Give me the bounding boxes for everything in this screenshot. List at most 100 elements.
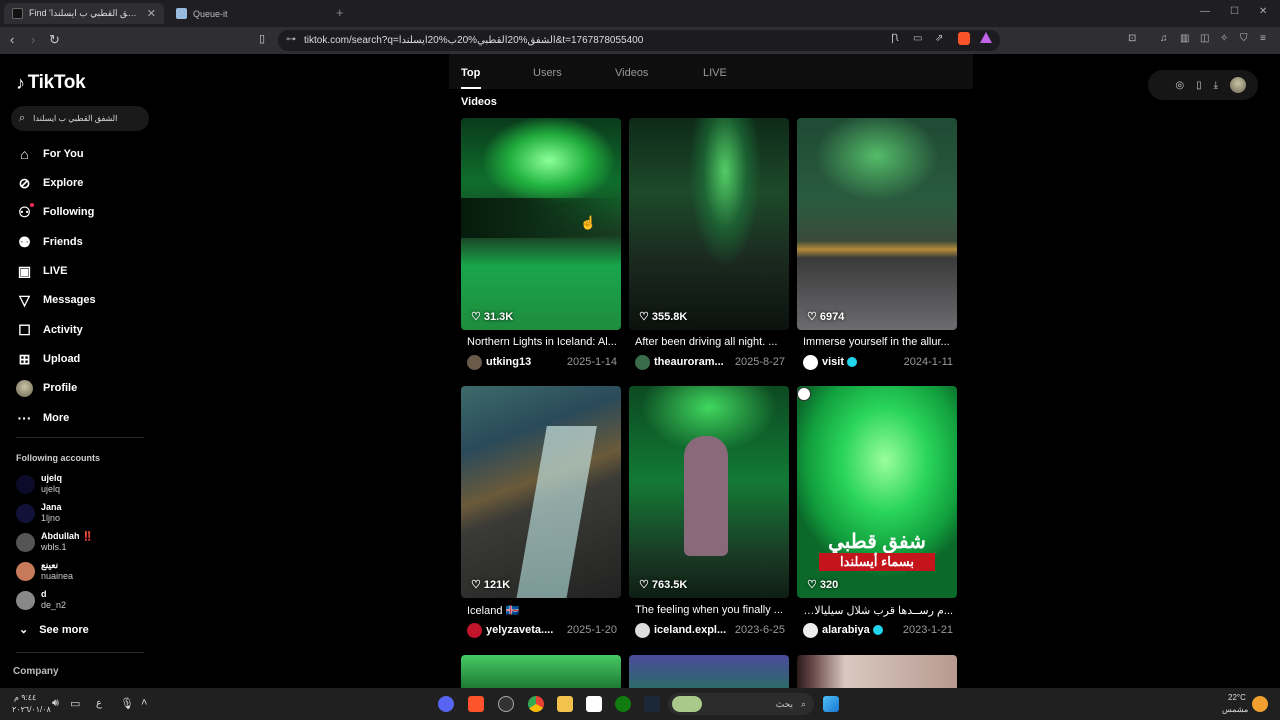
video-thumbnail[interactable] xyxy=(629,386,789,598)
sidebar-item-explore[interactable]: ⊘ Explore xyxy=(16,173,84,193)
vpn-icon[interactable]: ⛉ xyxy=(1240,33,1248,44)
sidebar-item-friends[interactable]: ⚉ Friends xyxy=(16,232,83,252)
video-author[interactable]: utking13 xyxy=(486,356,531,368)
tab-top[interactable]: Top xyxy=(461,67,480,79)
account-handle: wbls.1 xyxy=(41,542,67,552)
sidebar-item-activity[interactable]: ☐ Activity xyxy=(16,320,83,340)
avatar[interactable] xyxy=(635,354,650,370)
following-account[interactable]: نعينع nuainea xyxy=(16,559,73,583)
account-name: d xyxy=(41,589,47,599)
steam-icon[interactable] xyxy=(644,696,660,712)
discord-icon[interactable] xyxy=(438,696,454,712)
browser-tab-queue-it[interactable]: Queue-it xyxy=(168,3,328,24)
file-explorer-icon[interactable] xyxy=(557,696,573,712)
brave-shields-icon[interactable] xyxy=(958,32,970,45)
video-author[interactable]: yelyzaveta.... xyxy=(486,624,553,636)
sidebar-item-upload[interactable]: ⊞ Upload xyxy=(16,349,81,369)
close-tab-icon[interactable]: ✕ xyxy=(147,7,156,20)
video-caption[interactable]: After been driving all night. ... xyxy=(635,336,785,348)
xbox-icon[interactable] xyxy=(615,696,631,712)
video-caption[interactable]: The feeling when you finally ... xyxy=(635,604,785,616)
video-caption[interactable]: Immerse yourself in the allur... xyxy=(803,336,953,348)
home-icon: ⌂ xyxy=(20,146,29,162)
company-link[interactable]: Company xyxy=(13,666,59,677)
leo-ai-icon[interactable]: ✧ xyxy=(1220,33,1228,44)
avatar[interactable] xyxy=(1230,77,1246,93)
site-info-icon[interactable]: ⊶ xyxy=(286,34,296,45)
bookmark-icon[interactable]: ▯ xyxy=(259,32,265,45)
taskbar-search[interactable]: بحث ⌕ xyxy=(668,693,814,715)
steam-app-icon[interactable] xyxy=(498,696,514,712)
volume-icon[interactable]: 🔊︎ xyxy=(52,697,59,710)
reload-icon[interactable]: ↻ xyxy=(49,32,60,48)
avatar[interactable] xyxy=(467,354,482,370)
video-caption[interactable]: ...م رســدها قرب شلال سيليالاندزفوس في xyxy=(803,604,953,617)
forward-icon[interactable]: › xyxy=(31,32,35,47)
video-author[interactable]: visit xyxy=(822,356,844,368)
browser-tab-active[interactable]: Find 'الشفق القطبي ب ايسلندا' ✕ xyxy=(4,3,164,24)
store-icon[interactable] xyxy=(586,696,602,712)
video-thumbnail[interactable] xyxy=(629,118,789,330)
sidebar-item-profile[interactable]: Profile xyxy=(16,378,77,398)
windows-start-icon[interactable] xyxy=(823,696,839,712)
avatar[interactable] xyxy=(635,622,650,638)
language-indicator[interactable]: ع xyxy=(96,698,102,709)
sidebar-icon[interactable]: ▥ xyxy=(1180,33,1189,44)
video-thumbnail[interactable] xyxy=(461,118,621,330)
search-value: الشفق القطبي ب ايسلندا xyxy=(33,114,118,123)
see-more-button[interactable]: ⌄ See more xyxy=(19,623,89,637)
close-window-icon[interactable]: ✕ xyxy=(1259,6,1267,17)
weather-sun-icon[interactable] xyxy=(1252,696,1268,712)
avatar[interactable] xyxy=(467,622,482,638)
video-author[interactable]: iceland.expl... xyxy=(654,624,726,636)
sidebar-item-messages[interactable]: ▽ Messages xyxy=(16,290,95,310)
tab-users[interactable]: Users xyxy=(533,67,562,79)
sidebar-item-label: Activity xyxy=(43,324,83,336)
video-thumbnail[interactable] xyxy=(461,386,621,598)
device-icon[interactable]: ▯ xyxy=(1196,80,1202,91)
video-thumbnail[interactable] xyxy=(629,655,789,688)
avatar[interactable] xyxy=(803,622,818,638)
minimize-icon[interactable]: — xyxy=(1200,6,1210,17)
cast-icon[interactable]: ▭ xyxy=(913,33,922,44)
translate-icon[interactable]: Ꞃ xyxy=(891,33,898,44)
brave-icon[interactable] xyxy=(468,696,484,712)
video-caption[interactable]: Northern Lights in Iceland: Al... xyxy=(467,336,617,348)
video-thumbnail[interactable] xyxy=(461,655,621,688)
new-tab-icon[interactable]: + xyxy=(336,5,344,20)
network-icon[interactable]: ▭ xyxy=(70,697,80,710)
tab-videos[interactable]: Videos xyxy=(615,67,648,79)
brave-rewards-icon[interactable] xyxy=(980,32,992,43)
chevron-up-icon[interactable]: ˄ xyxy=(141,697,147,709)
chrome-icon[interactable] xyxy=(528,696,544,712)
sidebar-item-for-you[interactable]: ⌂ For You xyxy=(16,144,83,164)
following-account[interactable]: d de_n2 xyxy=(16,588,66,612)
back-icon[interactable]: ‹ xyxy=(10,32,14,47)
following-account[interactable]: Jana 1ljno xyxy=(16,501,62,525)
sidebar-item-following[interactable]: ⚇ Following xyxy=(16,202,94,222)
video-thumbnail[interactable] xyxy=(797,118,957,330)
sidebar-item-live[interactable]: ▣ LIVE xyxy=(16,261,68,281)
following-account[interactable]: Abdullah ‼️ wbls.1 xyxy=(16,530,93,554)
menu-icon[interactable]: ≡ xyxy=(1260,33,1266,44)
tab-live[interactable]: LIVE xyxy=(703,67,727,79)
following-account[interactable]: ujelq ujelq xyxy=(16,472,62,496)
coin-icon[interactable]: ◎ xyxy=(1175,80,1184,91)
microphone-icon[interactable]: 🎙︎ xyxy=(120,697,134,710)
tiktok-logo[interactable]: ♪ TikTok xyxy=(16,72,86,94)
share-icon[interactable]: ⇗ xyxy=(935,33,943,44)
wallet-icon[interactable]: ⊡ xyxy=(1128,33,1136,44)
media-icon[interactable]: ♫ xyxy=(1160,33,1168,44)
video-author[interactable]: alarabiya xyxy=(822,624,870,636)
maximize-icon[interactable]: ☐ xyxy=(1230,6,1239,17)
video-caption[interactable]: Iceland 🇮🇸 xyxy=(467,604,617,617)
video-thumbnail[interactable]: شفق قطبي بسماء أيسلندا xyxy=(797,386,957,598)
avatar[interactable] xyxy=(803,354,818,370)
sidebar-item-more[interactable]: ··· More xyxy=(16,408,70,428)
divider xyxy=(16,652,144,653)
video-thumbnail[interactable] xyxy=(797,655,957,688)
wallet-toolbar-icon[interactable]: ◫ xyxy=(1200,33,1209,44)
search-input[interactable]: ⌕ الشفق القطبي ب ايسلندا xyxy=(11,106,149,131)
video-author[interactable]: theauroram... xyxy=(654,356,724,368)
download-icon[interactable]: ⤓ xyxy=(1214,80,1218,91)
